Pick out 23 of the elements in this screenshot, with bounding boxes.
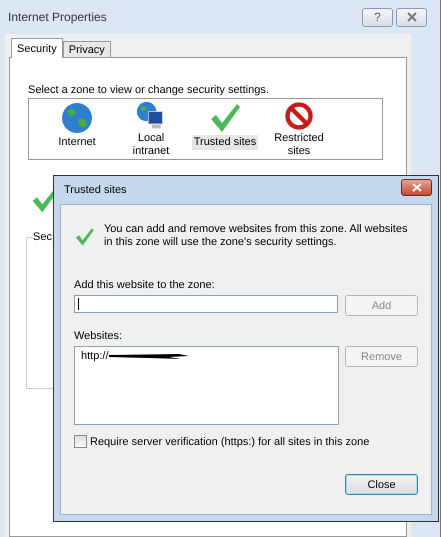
- zone-item[interactable]: Internet: [43, 101, 111, 159]
- window-title: Internet Properties: [8, 10, 107, 24]
- close-icon: [410, 182, 422, 192]
- zone-item[interactable]: Trusted sites: [191, 101, 259, 159]
- close-dialog-button[interactable]: Close: [345, 474, 418, 495]
- zone-item[interactable]: Local intranet: [117, 101, 185, 159]
- website-entry[interactable]: http://: [81, 350, 109, 362]
- globe-icon: [60, 101, 94, 135]
- help-button[interactable]: ?: [362, 8, 393, 26]
- websites-list[interactable]: http://: [74, 346, 339, 425]
- field-label: Add this website to the zone:: [74, 279, 216, 291]
- checkbox-label: Require server verification (https:) for all sites in this zone: [90, 436, 370, 448]
- checkbox[interactable]: [74, 435, 87, 448]
- dialog-title: Trusted sites: [64, 184, 127, 196]
- tab[interactable]: Security: [11, 38, 63, 58]
- info-message: You can add and remove websites from this zone. All websites in this zone will use the zone's security settings.: [104, 222, 408, 249]
- list-label: Websites:: [74, 330, 124, 342]
- website-input[interactable]: [74, 295, 338, 313]
- zone-item[interactable]: Restricted sites: [265, 101, 333, 159]
- close-button[interactable]: [401, 178, 432, 196]
- close-icon: [404, 12, 418, 22]
- zone-prompt: Select a zone to view or change security settings.: [28, 84, 270, 96]
- tab[interactable]: Privacy: [62, 41, 111, 57]
